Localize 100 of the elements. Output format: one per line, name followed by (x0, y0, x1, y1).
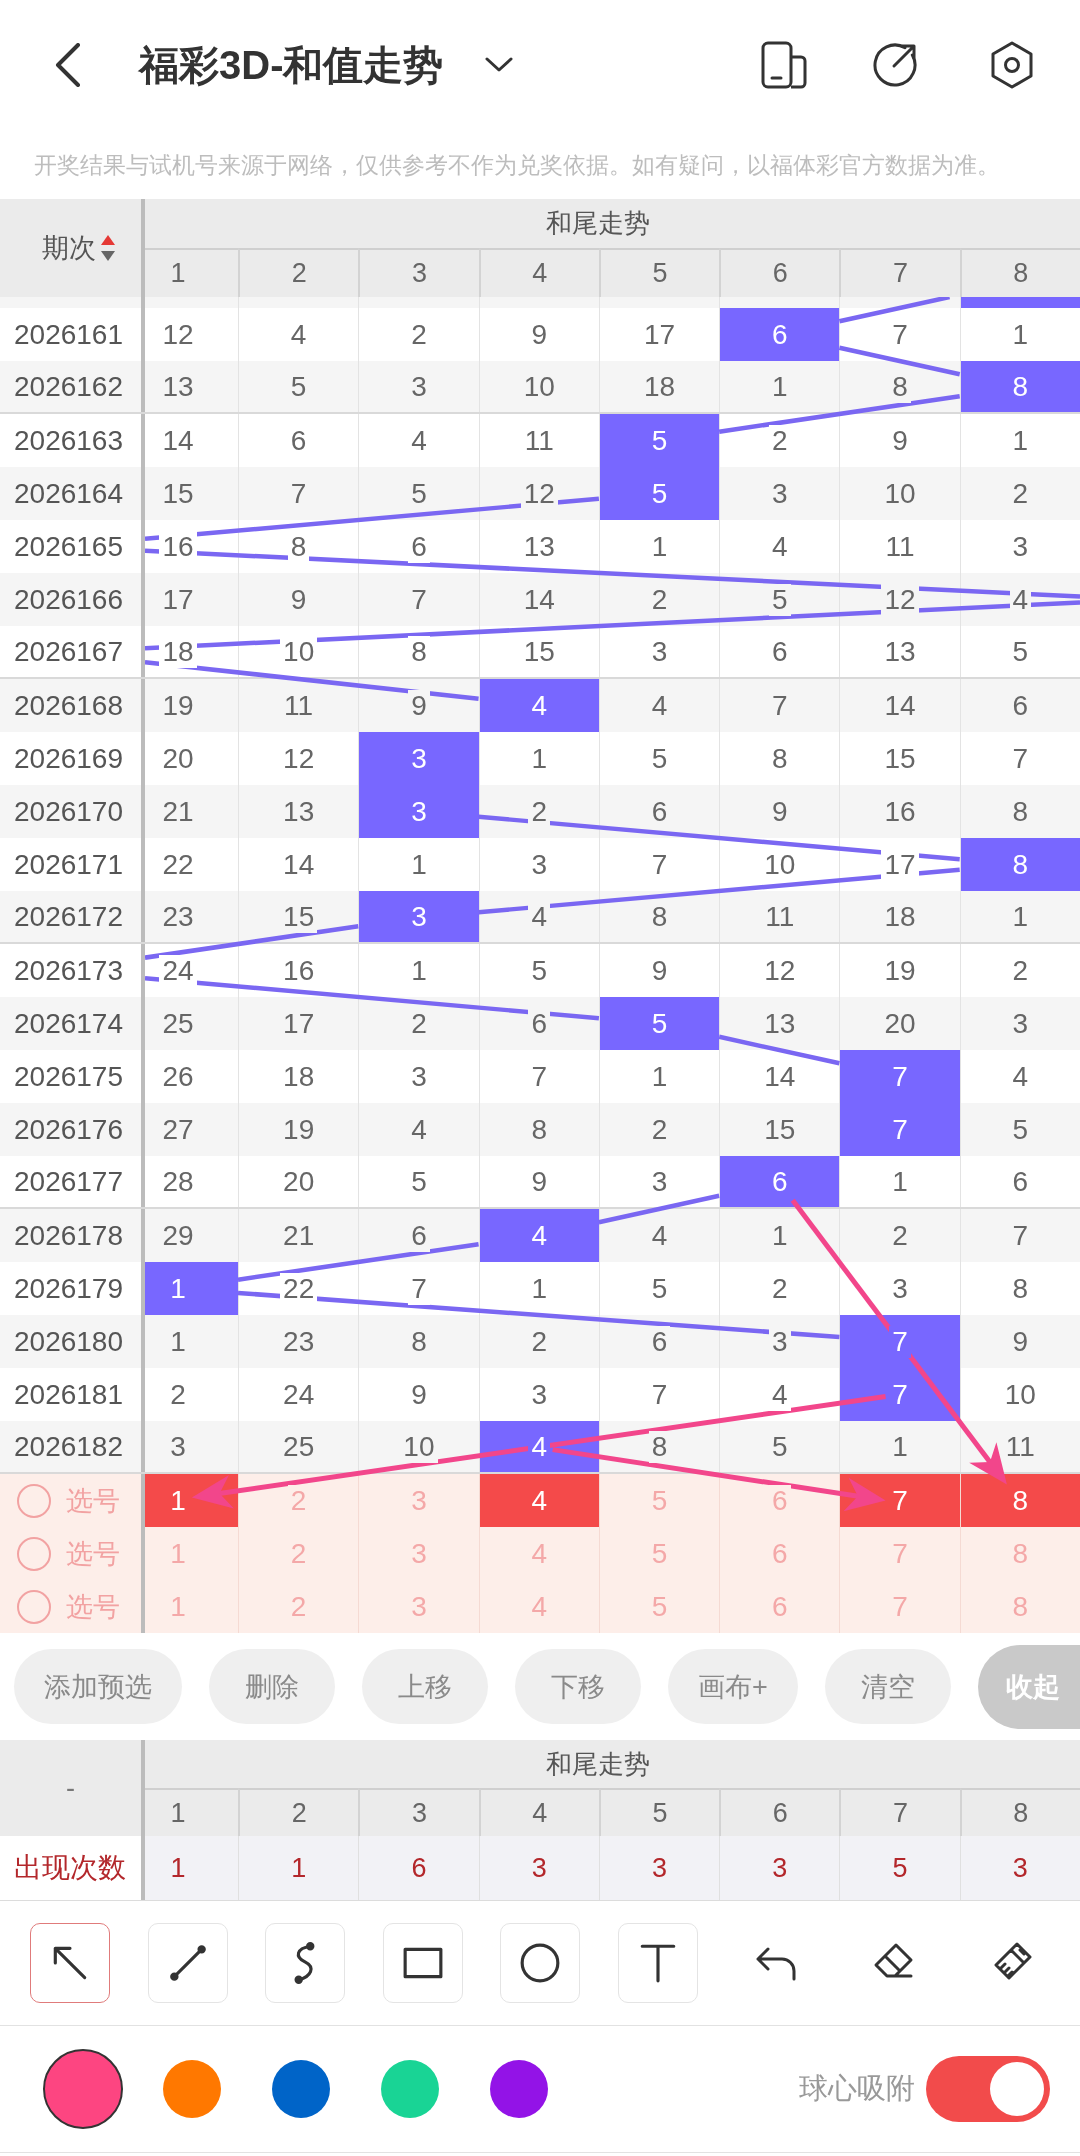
highlighted-cell: 4 (478, 679, 599, 732)
highlighted-cell: 7 (839, 1050, 960, 1103)
column-header: 2 (238, 248, 359, 297)
snap-label: 球心吸附 (799, 2071, 915, 2106)
color-swatch-icon[interactable] (272, 2060, 330, 2118)
radio-button[interactable] (16, 1535, 52, 1572)
table-cell: 1 (839, 1156, 960, 1207)
highlighted-cell: 3 (358, 732, 479, 785)
pick-cell[interactable]: 1 (145, 1580, 238, 1633)
action-button[interactable]: 添加预选 (14, 1649, 182, 1724)
table-cell: 12 (145, 308, 238, 361)
corner-header-cell: - (0, 1740, 145, 1836)
column-header: 7 (839, 1788, 960, 1836)
table-cell: 14 (145, 414, 238, 467)
pick-cell[interactable]: 2 (238, 1580, 359, 1633)
pick-cell[interactable]: 7 (839, 1474, 960, 1527)
pick-cell[interactable]: 8 (959, 1580, 1080, 1633)
table-cell: 25 (238, 1421, 359, 1472)
count-cell: 3 (959, 1836, 1080, 1900)
table-cell: 15 (145, 467, 238, 520)
count-cell: 1 (145, 1836, 238, 1900)
column-header: 1 (145, 1788, 238, 1836)
column-header: 1 (145, 248, 238, 297)
column-header: 2 (238, 1788, 359, 1836)
table-cell: 19 (145, 679, 238, 732)
column-header: 7 (839, 248, 960, 297)
table-cell: 11 (719, 891, 840, 942)
pick-cell[interactable]: 3 (358, 1580, 479, 1633)
action-button[interactable]: 清空 (824, 1649, 951, 1724)
action-button[interactable]: 画布+ (668, 1649, 798, 1724)
table-cell: 1 (145, 1315, 238, 1368)
sort-icon[interactable] (99, 233, 116, 263)
disclaimer-text: 开奖结果与试机号来源于网络，仅供参考不作为兑奖依据。如有疑问，以福体彩官方数据为准。 (33, 151, 1001, 180)
count-cell: 3 (598, 1836, 720, 1900)
back-icon[interactable] (55, 43, 81, 87)
pick-cell[interactable]: 6 (719, 1580, 840, 1633)
table-cell: 22 (145, 838, 238, 891)
table-cell: 28 (145, 1156, 238, 1207)
highlighted-cell: 5 (598, 414, 720, 467)
table-cell: 6 (959, 1156, 1080, 1207)
pick-label: 选号 (66, 1484, 120, 1518)
pick-cell[interactable]: 8 (959, 1474, 1080, 1527)
column-header: 4 (478, 248, 599, 297)
highlighted-cell: 4 (478, 1209, 599, 1262)
table-cell: 25 (145, 997, 238, 1050)
highlighted-cell: 8 (959, 361, 1080, 412)
highlighted-cell: 5 (598, 997, 720, 1050)
color-swatch-icon[interactable] (381, 2060, 439, 2118)
share-icon[interactable] (871, 41, 919, 89)
column-header: 3 (358, 1788, 479, 1836)
table-cell: 9 (478, 1156, 599, 1207)
devices-icon[interactable] (761, 41, 807, 89)
action-button[interactable]: 下移 (515, 1649, 641, 1724)
table-cell: 10 (478, 361, 599, 412)
count-cell: 5 (839, 1836, 960, 1900)
color-swatch-icon[interactable] (490, 2060, 548, 2118)
column-header: 8 (959, 1788, 1080, 1836)
pick-cell[interactable]: 1 (145, 1527, 238, 1580)
highlighted-cell: 3 (358, 785, 479, 838)
table-cell: 5 (238, 361, 359, 412)
page-title: 福彩3D-和值走势 (139, 41, 444, 89)
table-cell: 29 (145, 1209, 238, 1262)
table-cell: 13 (145, 361, 238, 412)
pick-cell[interactable]: 5 (598, 1580, 720, 1633)
circle-icon (519, 1942, 562, 1984)
pick-cell[interactable]: 4 (478, 1474, 599, 1527)
highlighted-cell: 3 (358, 891, 479, 942)
table-cell: 20 (238, 1156, 359, 1207)
table-cell: 3 (358, 361, 479, 412)
table-cell: 26 (145, 1050, 238, 1103)
pick-cell[interactable]: 7 (839, 1580, 960, 1633)
table-cell: 23 (145, 891, 238, 942)
table-cell: 5 (358, 1156, 479, 1207)
table-cell: 18 (839, 891, 960, 942)
count-cell: 1 (238, 1836, 359, 1900)
color-swatch-icon[interactable] (163, 2060, 221, 2118)
column-header: 8 (959, 248, 1080, 297)
highlighted-cell: 8 (959, 838, 1080, 891)
highlighted-cell: 5 (598, 467, 720, 520)
table-cell: 21 (145, 785, 238, 838)
action-button[interactable]: 上移 (362, 1649, 488, 1724)
highlighted-cell: 7 (839, 1315, 960, 1368)
table-cell: 18 (145, 626, 238, 677)
pick-cell[interactable]: 4 (478, 1580, 599, 1633)
table-cell: 24 (145, 944, 238, 997)
action-button[interactable]: 删除 (209, 1649, 335, 1724)
column-header: 3 (358, 248, 479, 297)
table-cell: 5 (719, 1421, 840, 1472)
radio-button[interactable] (16, 1588, 52, 1625)
table-cell: 17 (145, 573, 238, 626)
table-cell: 20 (145, 732, 238, 785)
highlighted-cell: 1 (145, 1262, 238, 1315)
pick-label: 选号 (66, 1537, 120, 1571)
tool-button[interactable] (30, 1923, 110, 2003)
column-header: 6 (719, 1788, 840, 1836)
chevron-down-icon[interactable] (485, 57, 514, 73)
highlighted-cell: 6 (719, 1156, 840, 1207)
table-cell: 16 (145, 520, 238, 573)
radio-button[interactable] (16, 1482, 52, 1519)
settings-icon[interactable] (989, 40, 1035, 90)
